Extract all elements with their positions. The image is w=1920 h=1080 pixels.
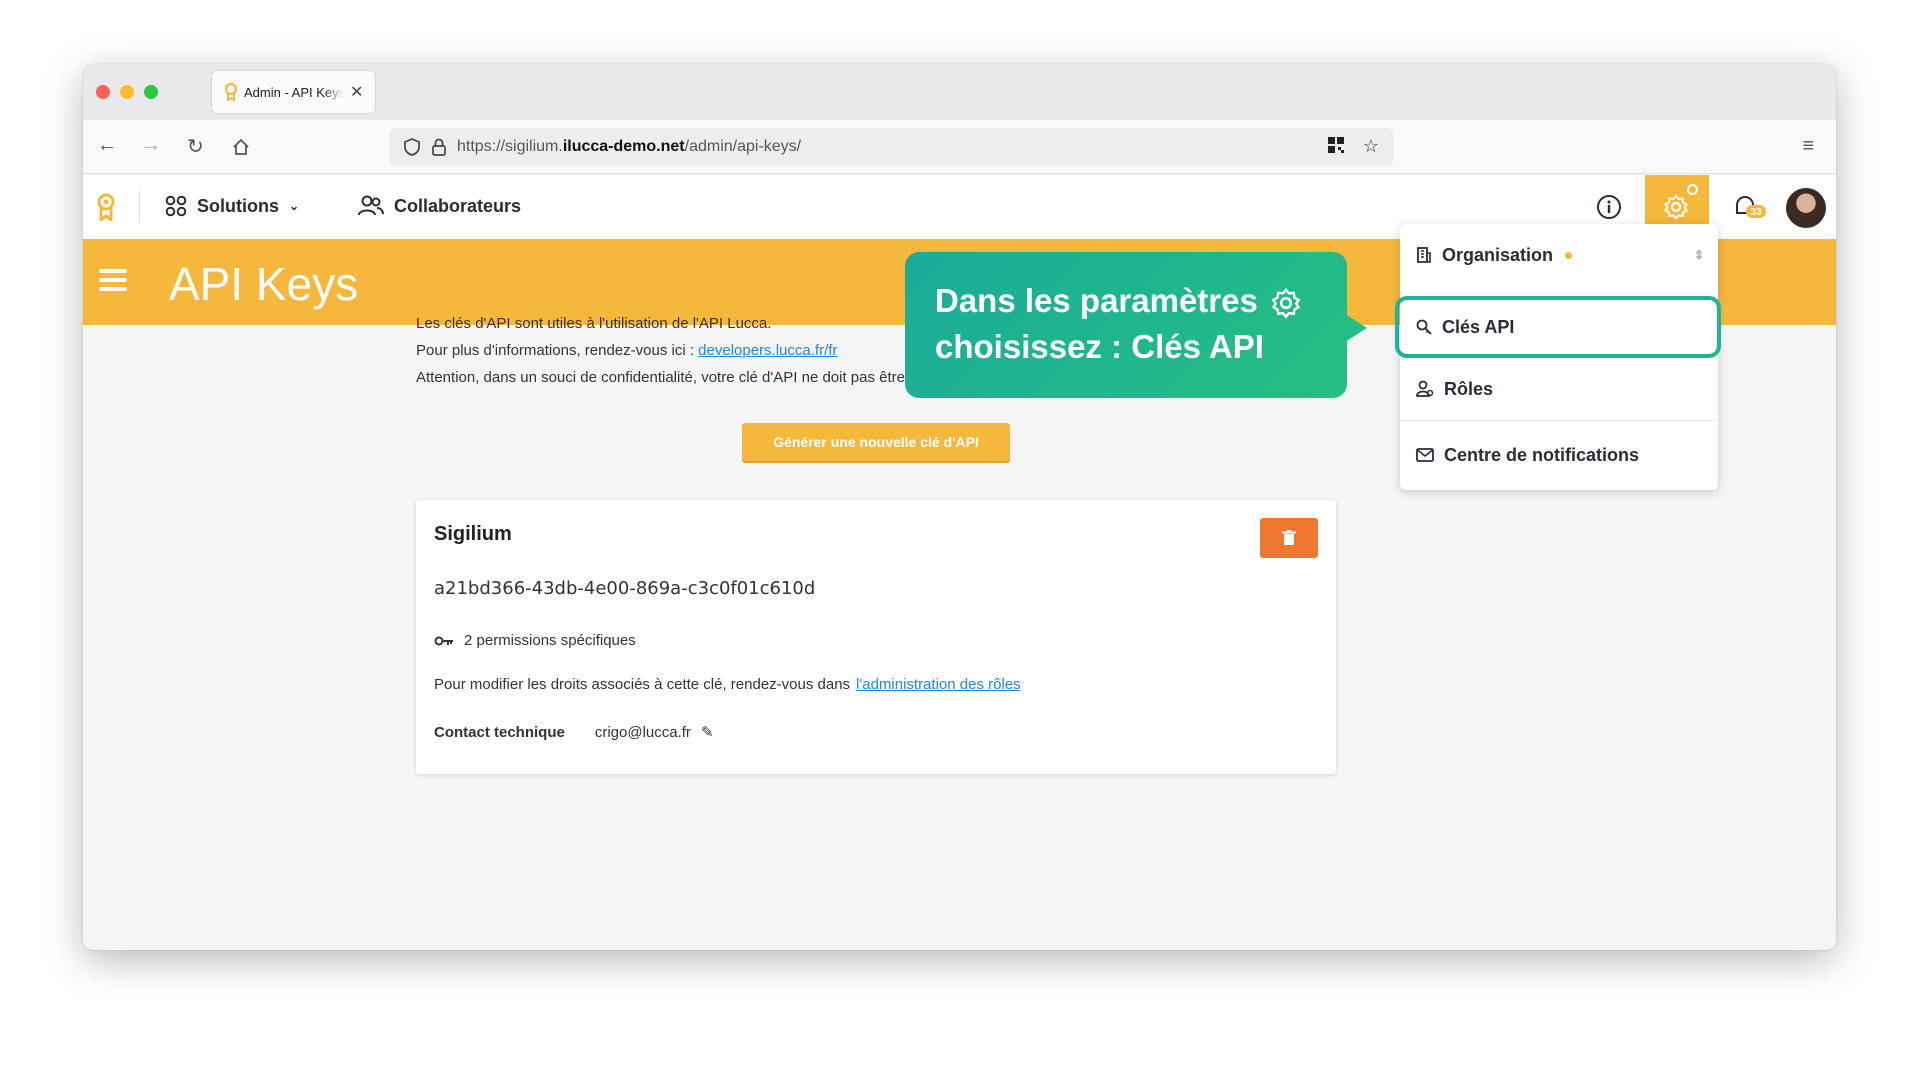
roles-icon bbox=[1416, 380, 1434, 397]
contact-row: Contact technique crigo@lucca.fr ✎ bbox=[434, 723, 714, 742]
trash-icon bbox=[1282, 530, 1296, 545]
api-key-value: a21bd366-43db-4e00-869a-c3c0f01c610d bbox=[434, 578, 816, 599]
mail-icon bbox=[1416, 448, 1434, 462]
contact-label: Contact technique bbox=[434, 723, 565, 741]
settings-notification-dot bbox=[1687, 184, 1698, 195]
developers-link[interactable]: developers.lucca.fr/fr bbox=[698, 342, 837, 359]
collaborators-menu[interactable]: Collaborateurs bbox=[358, 195, 521, 217]
permissions-row: 2 permissions spécifiques bbox=[434, 632, 636, 649]
callout-text: Dans les paramètres choisissez : Clés AP… bbox=[935, 278, 1304, 370]
forward-arrow-icon[interactable]: → bbox=[141, 134, 161, 157]
tab-close-icon[interactable]: ✕ bbox=[350, 82, 363, 102]
edit-pencil-icon[interactable]: ✎ bbox=[701, 723, 714, 741]
tab-strip: Admin - API Keys ✕ bbox=[83, 64, 1836, 120]
qr-code-icon[interactable] bbox=[1327, 136, 1345, 154]
tab-title: Admin - API Keys bbox=[244, 84, 344, 100]
dropdown-item-roles[interactable]: Rôles bbox=[1400, 358, 1718, 420]
url-text: https://sigilium.ilucca-demo.net/admin/a… bbox=[457, 138, 802, 155]
user-avatar[interactable] bbox=[1786, 188, 1826, 228]
building-icon bbox=[1417, 247, 1431, 263]
browser-menu-icon[interactable]: ≡ bbox=[1802, 135, 1814, 158]
bell-icon: 33 bbox=[1736, 196, 1766, 218]
expand-collapse-icon: ⇕ bbox=[1693, 248, 1704, 262]
contact-email: crigo@lucca.fr bbox=[594, 723, 691, 741]
lucca-logo-icon[interactable] bbox=[95, 193, 117, 221]
key-icon bbox=[434, 636, 453, 645]
back-arrow-icon[interactable]: ← bbox=[97, 134, 117, 157]
dropdown-item-notifications[interactable]: Centre de notifications bbox=[1400, 420, 1718, 490]
users-icon bbox=[358, 195, 384, 216]
home-icon[interactable] bbox=[231, 137, 251, 157]
solutions-label: Solutions bbox=[197, 195, 279, 216]
url-bar[interactable]: https://sigilium.ilucca-demo.net/admin/a… bbox=[389, 128, 1393, 166]
delete-key-button[interactable] bbox=[1260, 518, 1318, 558]
gear-icon bbox=[1664, 194, 1688, 221]
browser-tab[interactable]: Admin - API Keys ✕ bbox=[211, 70, 376, 114]
tutorial-callout: Dans les paramètres choisissez : Clés AP… bbox=[905, 252, 1367, 398]
shield-icon[interactable] bbox=[403, 137, 421, 157]
generate-api-key-button[interactable]: Générer une nouvelle clé d'API bbox=[742, 423, 1010, 461]
notifications-button[interactable]: 33 bbox=[1732, 192, 1768, 222]
lucca-favicon-icon bbox=[224, 83, 238, 101]
callout-gear-icon bbox=[1271, 288, 1301, 319]
roles-row: Pour modifier les droits associés à cett… bbox=[434, 676, 1021, 693]
reload-icon[interactable]: ↻ bbox=[187, 134, 204, 159]
page-title: API Keys bbox=[169, 258, 359, 310]
roles-admin-link[interactable]: l'administration des rôles bbox=[856, 676, 1021, 693]
info-icon[interactable] bbox=[1594, 192, 1624, 222]
navigation-bar: ← → ↻ https://sigilium.ilucca-demo.net/a… bbox=[83, 120, 1836, 174]
close-window-button[interactable] bbox=[96, 85, 110, 99]
dropdown-item-organisation[interactable]: Organisation ⇕ bbox=[1400, 224, 1718, 286]
bookmark-star-icon[interactable]: ☆ bbox=[1363, 136, 1379, 157]
hamburger-menu-icon[interactable] bbox=[99, 269, 127, 293]
highlight-outline bbox=[1395, 296, 1721, 358]
apps-grid-icon bbox=[165, 195, 187, 217]
chevron-down-icon: ⌄ bbox=[289, 199, 300, 213]
solutions-menu[interactable]: Solutions ⌄ bbox=[165, 195, 299, 217]
api-key-name: Sigilium bbox=[434, 523, 512, 545]
api-key-card: Sigilium a21bd366-43db-4e00-869a-c3c0f01… bbox=[416, 500, 1336, 774]
lock-icon[interactable] bbox=[431, 137, 447, 157]
minimize-window-button[interactable] bbox=[120, 85, 134, 99]
permissions-text: 2 permissions spécifiques bbox=[464, 632, 636, 649]
header-divider bbox=[139, 191, 140, 223]
svg-text:33: 33 bbox=[1750, 207, 1762, 218]
organisation-dot-indicator bbox=[1565, 251, 1573, 259]
collaborators-label: Collaborateurs bbox=[394, 195, 522, 216]
settings-dropdown: Organisation ⇕ Clés API Rôles Centre de … bbox=[1395, 224, 1721, 490]
maximize-window-button[interactable] bbox=[144, 85, 158, 99]
